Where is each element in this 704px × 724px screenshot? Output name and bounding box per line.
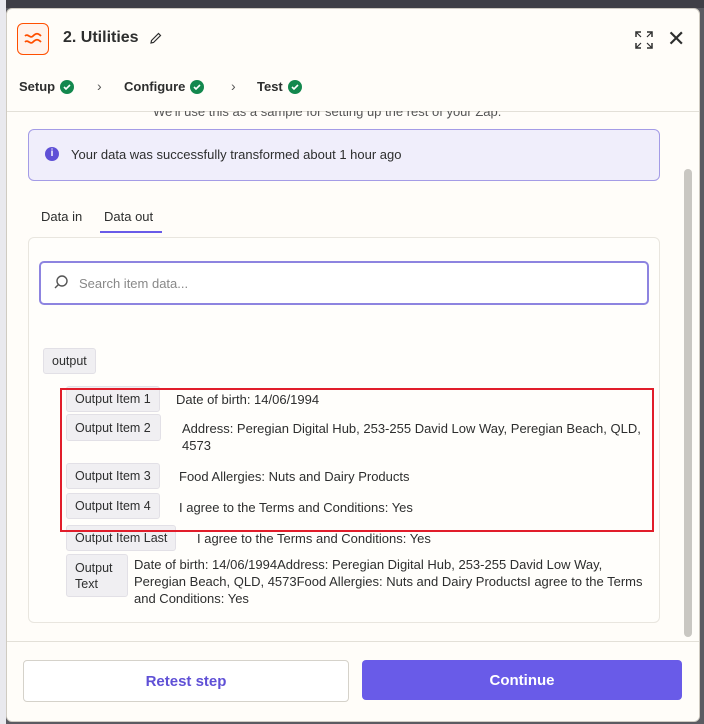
test-content: We'll use this as a sample for setting u… [7,111,699,641]
modal-footer: Retest step Continue [7,641,699,721]
step-test-label: Test [257,79,283,94]
step-setup[interactable]: Setup [19,79,75,94]
tab-data-in[interactable]: Data in [41,209,82,224]
highlight-box [60,388,654,532]
chevron-right-icon: › [97,78,102,94]
sample-description: We'll use this as a sample for setting u… [153,111,502,119]
step-modal: 2. Utilities ✕ Setup › Configure › Test … [6,8,700,722]
search-icon [53,274,69,295]
scrollbar[interactable] [684,169,692,637]
tab-data-out[interactable]: Data out [104,209,153,224]
step-configure[interactable]: Configure [124,79,205,94]
expand-icon[interactable] [635,31,653,49]
pencil-icon[interactable] [149,31,163,50]
continue-button[interactable]: Continue [362,660,682,700]
active-tab-indicator [100,231,162,233]
check-icon [190,79,205,94]
chevron-right-icon: › [231,78,236,94]
output-group-label[interactable]: output [43,348,96,374]
step-configure-label: Configure [124,79,186,94]
step-test[interactable]: Test [257,79,302,94]
step-nav: Setup › Configure › Test [7,67,699,112]
output-value: I agree to the Terms and Conditions: Yes [197,531,431,546]
search-input[interactable] [79,263,639,303]
retest-step-button[interactable]: Retest step [23,660,349,702]
background-strip [0,0,704,8]
search-box [39,261,649,305]
data-out-panel: output Output Item 1 Date of birth: 14/0… [28,237,660,623]
step-title: 2. Utilities [63,29,139,46]
output-value: Date of birth: 14/06/1994Address: Peregi… [134,557,643,606]
output-key: Output Text [66,554,128,597]
step-setup-label: Setup [19,79,56,94]
utilities-app-icon [17,23,49,55]
check-icon [287,79,302,94]
close-icon[interactable]: ✕ [667,28,685,50]
info-icon: i [45,147,59,161]
success-message: Your data was successfully transformed a… [71,147,402,162]
check-icon [60,79,75,94]
success-banner: i Your data was successfully transformed… [28,129,660,181]
modal-header: 2. Utilities ✕ [7,9,699,67]
